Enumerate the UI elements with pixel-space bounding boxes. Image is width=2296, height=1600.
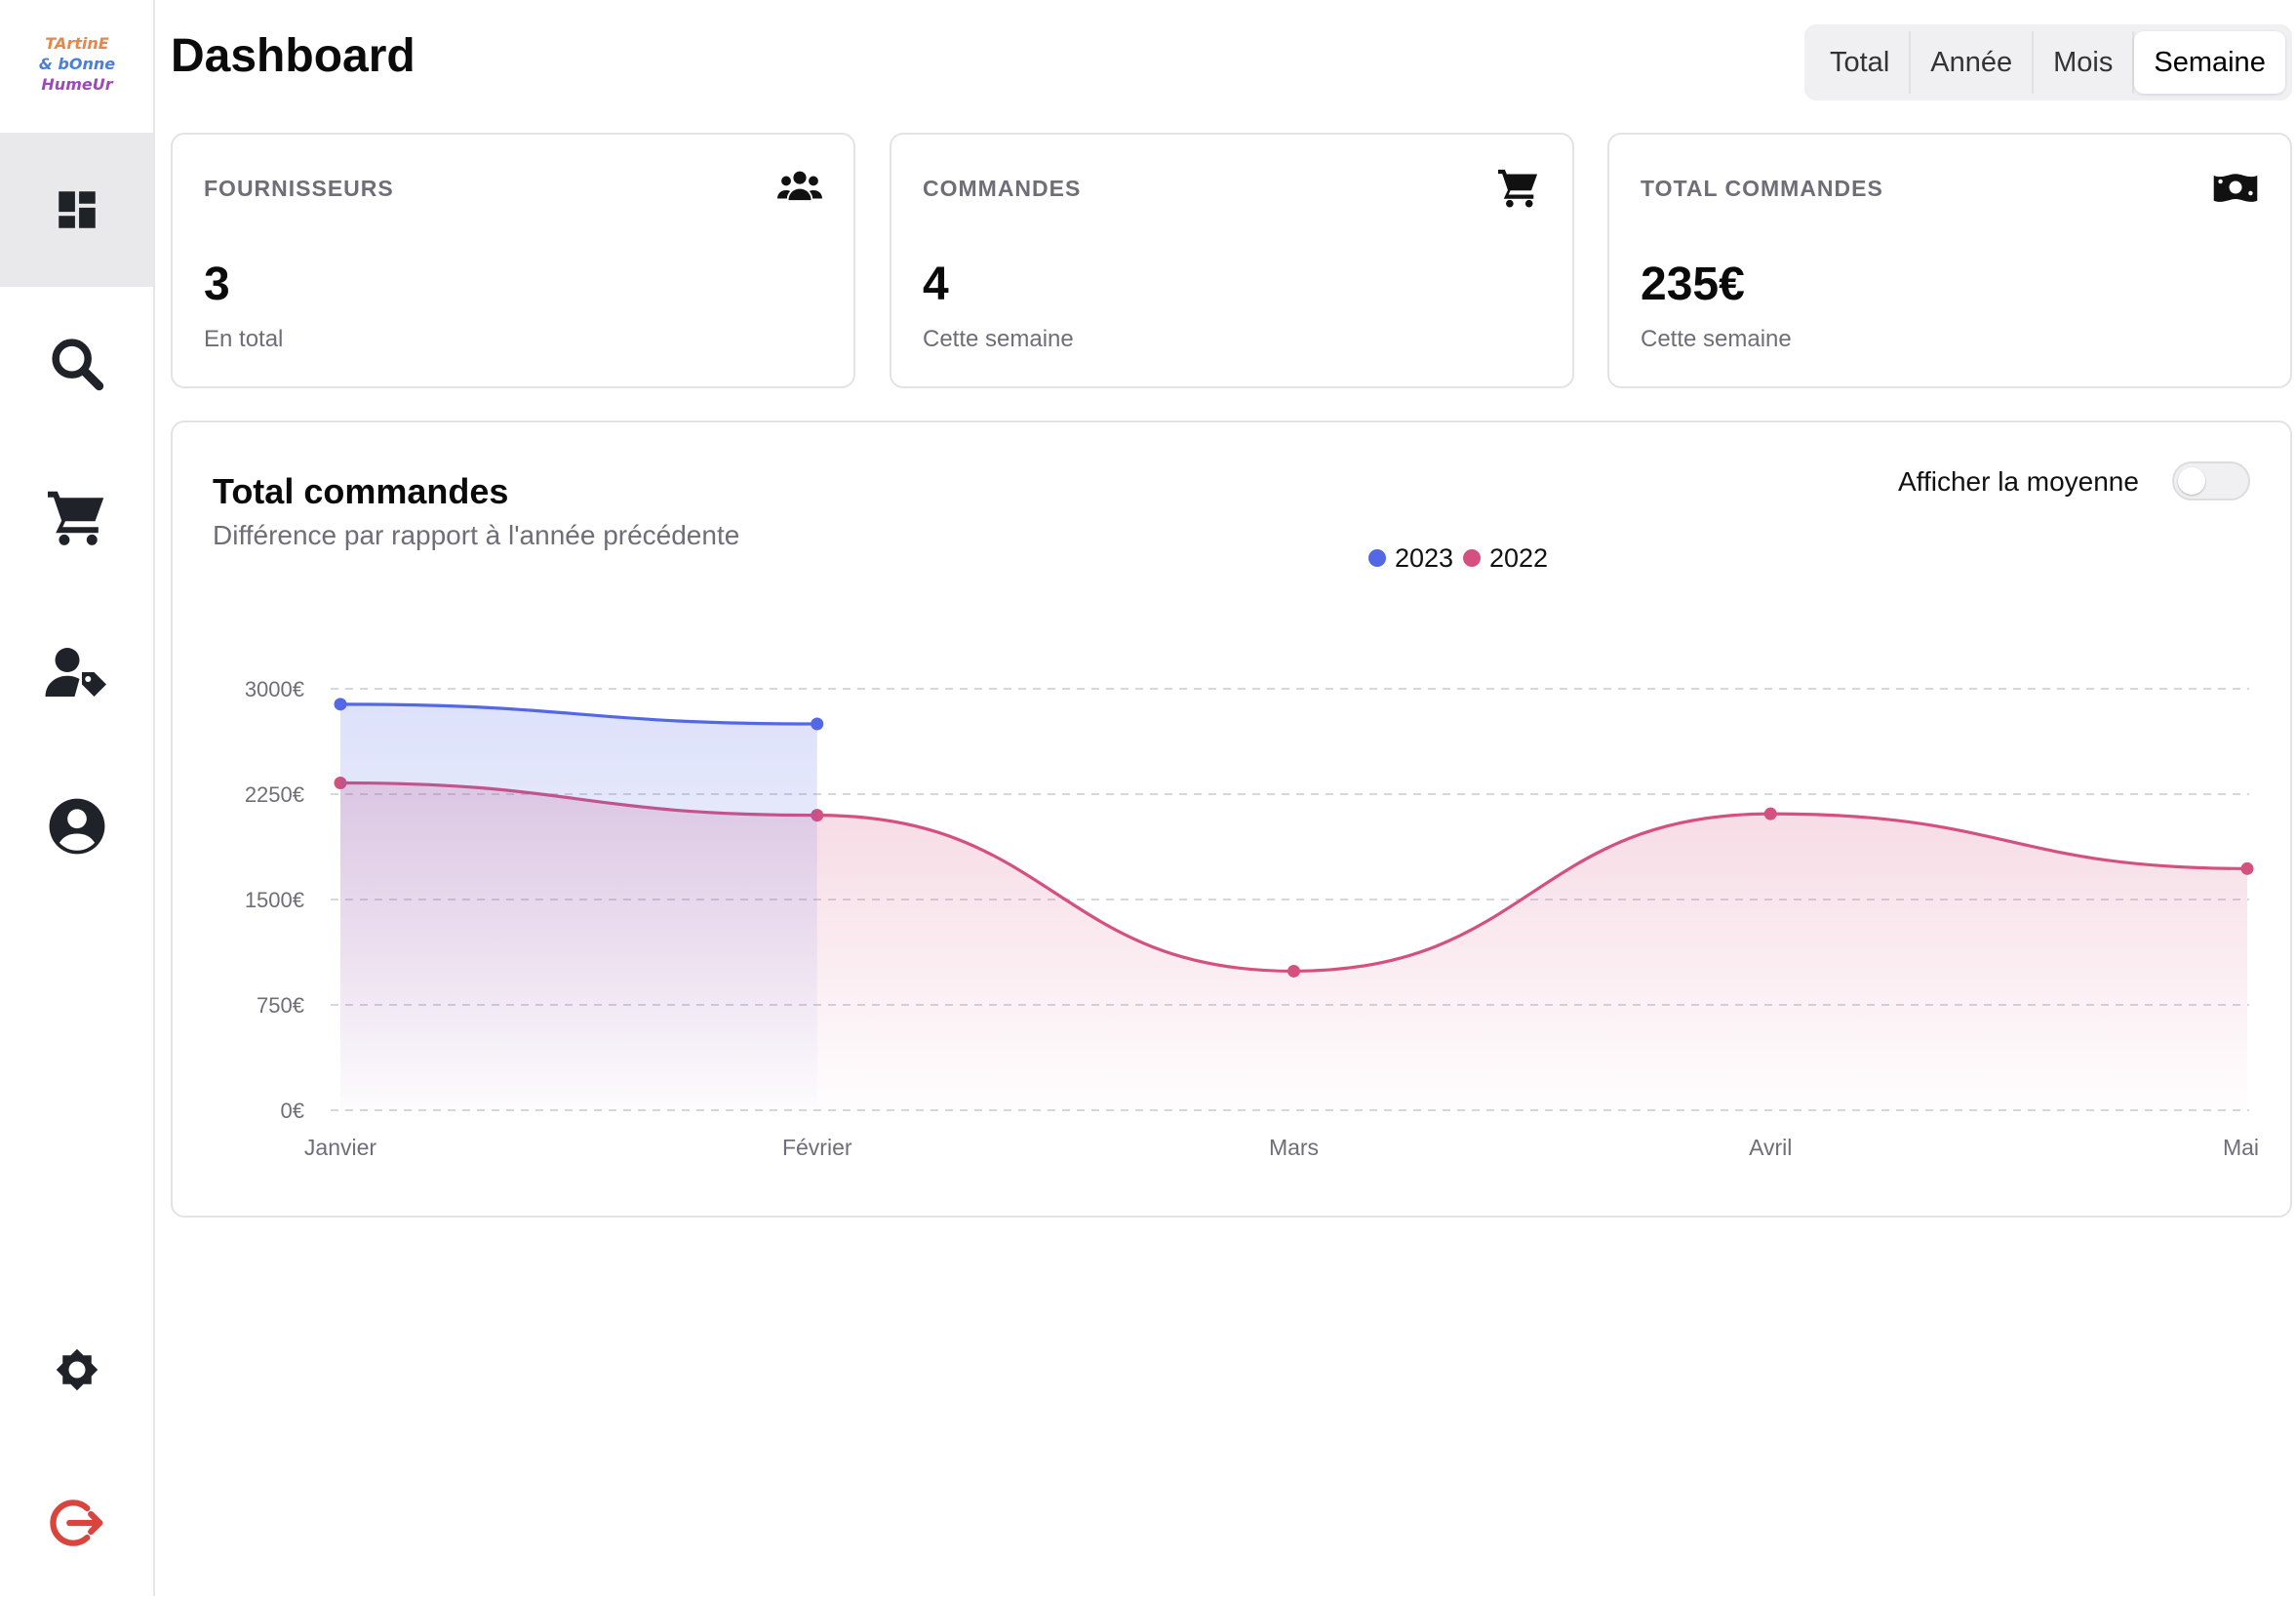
period-annee[interactable]: Année <box>1911 31 2035 94</box>
sidebar-item-logout[interactable] <box>0 1446 153 1600</box>
data-point-2022 <box>2240 861 2254 875</box>
data-point-2022 <box>1287 964 1300 978</box>
y-tick-label: 1500€ <box>245 888 304 912</box>
search-icon <box>51 339 103 391</box>
sidebar-item-orders[interactable] <box>0 441 153 595</box>
legend-label-2022: 2022 <box>1489 543 1548 573</box>
period-mois[interactable]: Mois <box>2034 31 2135 94</box>
sidebar-item-account[interactable] <box>0 749 153 903</box>
gear-icon <box>56 1348 98 1391</box>
y-tick-label: 750€ <box>257 993 304 1018</box>
period-selector: Total Année Mois Semaine <box>1804 24 2292 100</box>
sidebar-item-search[interactable] <box>0 287 153 441</box>
y-tick-label: 0€ <box>281 1099 304 1123</box>
stat-label: COMMANDES <box>923 176 1082 201</box>
cart-icon <box>47 491 103 545</box>
x-tick-label: Janvier <box>304 1135 376 1160</box>
x-tick-label: Février <box>782 1135 852 1160</box>
supplier-tag-icon <box>45 648 106 697</box>
sidebar-item-dashboard[interactable] <box>0 133 153 287</box>
stat-value: 4 <box>923 259 949 310</box>
stat-card-orders: COMMANDES 4 Cette semaine <box>890 133 1574 388</box>
orders-area-chart: 0€ 750€ 1500€ 2250€ 3000€ Janvier Février Mars A… <box>245 543 2259 1160</box>
x-tick-label: Mai <box>2223 1135 2259 1160</box>
y-tick-label: 2250€ <box>245 782 304 807</box>
stat-caption: En total <box>204 326 284 352</box>
period-total[interactable]: Total <box>1810 31 1912 94</box>
x-tick-label: Avril <box>1749 1135 1792 1160</box>
stat-caption: Cette semaine <box>1641 326 1792 352</box>
data-point-2022 <box>1763 807 1777 820</box>
dashboard-icon <box>58 191 96 228</box>
legend-dot-2022 <box>1463 549 1481 567</box>
sidebar: TArtinE & bOnne HumeUr <box>0 0 155 1596</box>
data-point-2023 <box>334 698 347 711</box>
x-tick-label: Mars <box>1269 1135 1319 1160</box>
legend-dot-2023 <box>1368 549 1386 567</box>
stat-card-total-orders: TOTAL COMMANDES 235€ Cette semaine <box>1607 133 2292 388</box>
users-icon <box>777 171 822 201</box>
money-bill-icon <box>2213 174 2258 202</box>
stat-card-suppliers: FOURNISSEURS 3 En total <box>171 133 855 388</box>
sidebar-item-suppliers[interactable] <box>0 595 153 749</box>
stat-value: 3 <box>204 259 230 310</box>
stat-label: TOTAL COMMANDES <box>1641 176 1883 201</box>
series-area-2023 <box>340 703 817 1110</box>
account-circle-icon <box>49 798 104 855</box>
page-title: Dashboard <box>171 30 416 82</box>
period-semaine[interactable]: Semaine <box>2134 31 2285 94</box>
chart-card-total-orders: Total commandes Différence par rapport à… <box>171 420 2292 1218</box>
stat-caption: Cette semaine <box>923 326 1074 352</box>
sidebar-item-settings[interactable] <box>0 1293 153 1447</box>
data-point-2023 <box>811 717 824 731</box>
legend-label-2023: 2023 <box>1395 543 1453 573</box>
y-tick-label: 3000€ <box>245 677 304 701</box>
logout-icon <box>49 1500 102 1546</box>
app-logo[interactable]: TArtinE & bOnne HumeUr <box>35 33 119 98</box>
cart-icon <box>1498 169 1538 208</box>
stat-value: 235€ <box>1641 259 1745 310</box>
stat-label: FOURNISSEURS <box>204 176 394 201</box>
